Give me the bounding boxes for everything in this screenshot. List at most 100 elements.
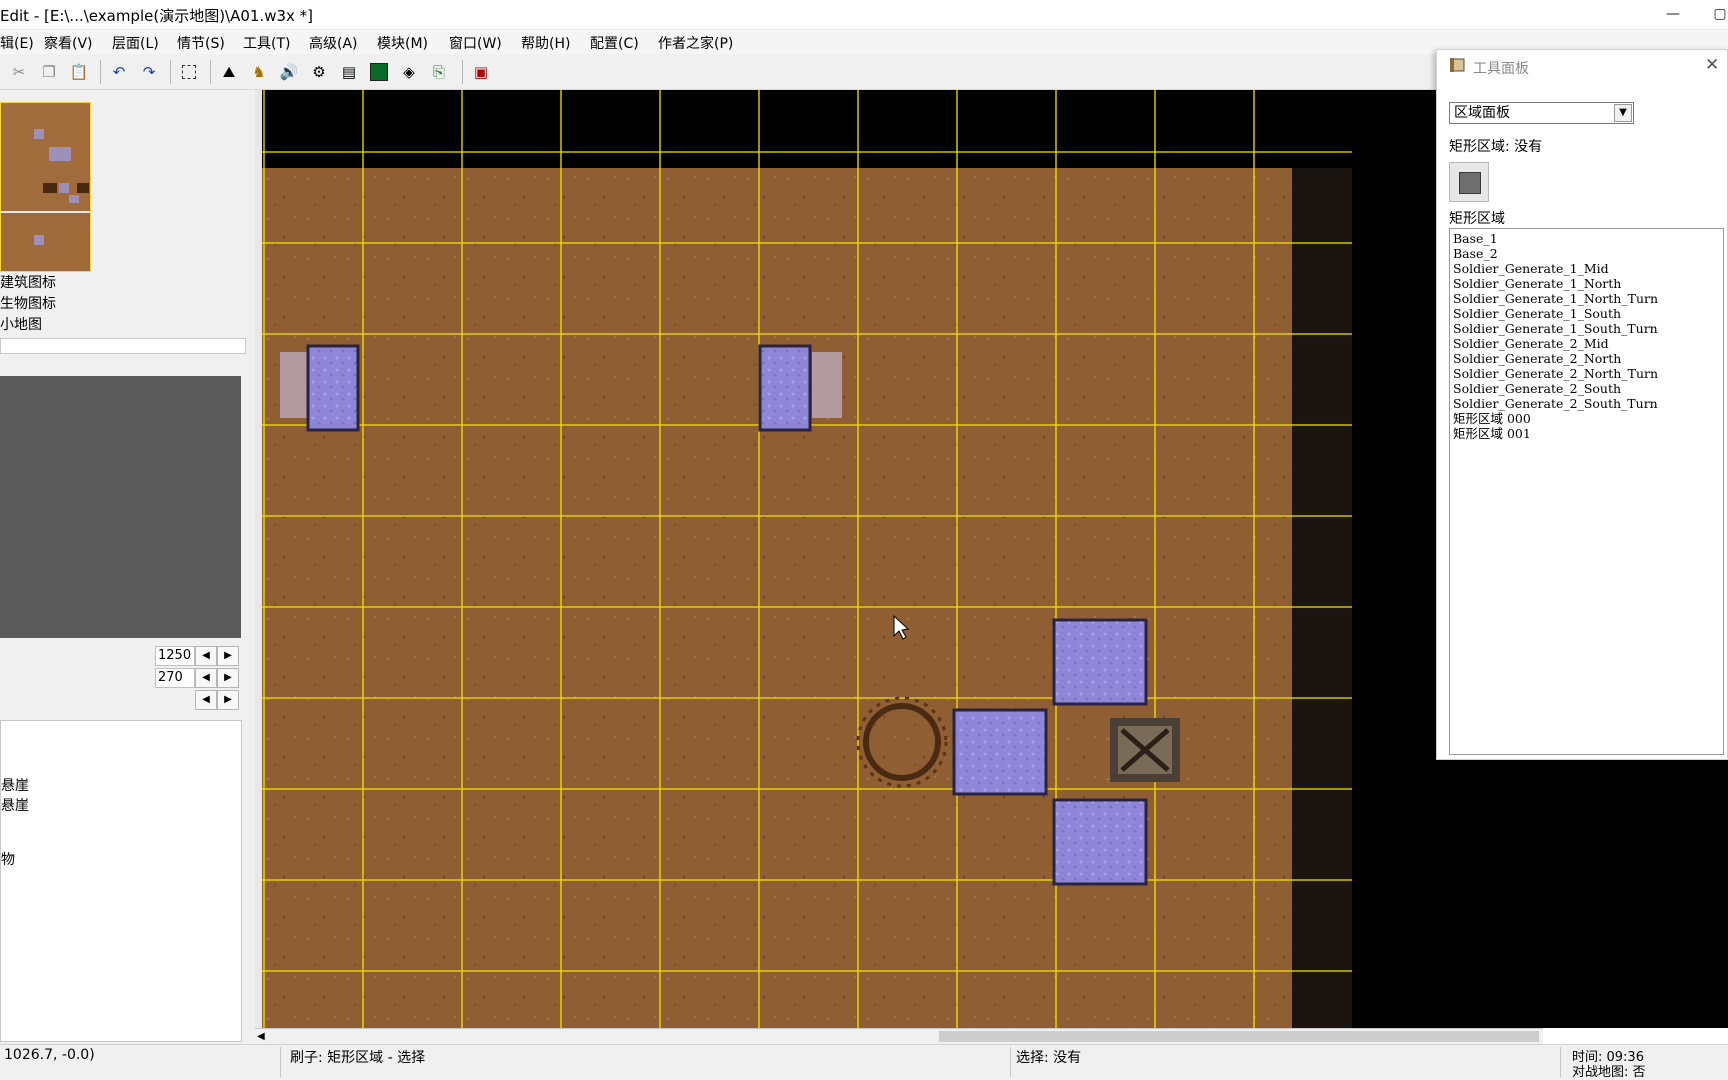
current-region-label: 矩形区域: 没有	[1449, 139, 1543, 155]
toolbar-separator	[100, 60, 101, 84]
spin-y-value[interactable]: 270	[155, 668, 195, 688]
palette-dropdown-value: 区域面板	[1454, 105, 1510, 121]
spin-left-icon[interactable]: ◀	[195, 668, 217, 688]
menu-view[interactable]: 察看(V)	[44, 33, 93, 53]
list-item[interactable]: 悬崖	[1, 795, 29, 815]
spin-left-icon[interactable]: ◀	[195, 690, 217, 710]
scroll-thumb[interactable]	[939, 1031, 1539, 1042]
map-horizontal-scrollbar[interactable]: ◀	[255, 1028, 1543, 1044]
menu-window[interactable]: 窗口(W)	[449, 33, 502, 53]
object-manager-icon[interactable]: ⎘	[426, 59, 452, 85]
selection-status: 选择: 没有	[1016, 1050, 1082, 1066]
region-base-1[interactable]	[306, 344, 360, 432]
close-icon[interactable]: ✕	[1705, 55, 1719, 75]
left-panel: 建筑图标 生物图标 小地图 1250 ◀ ▶ 270 ◀ ▶ ◀ ▶ 悬崖 悬崖…	[0, 90, 260, 1044]
show-minimap-check[interactable]: 小地图	[0, 314, 42, 334]
menu-module[interactable]: 模块(M)	[377, 33, 428, 53]
minimize-button[interactable]: —	[1658, 3, 1688, 25]
menu-config[interactable]: 配置(C)	[590, 33, 639, 53]
cliff-shadow	[1292, 168, 1352, 1028]
region-list: Base_1 Base_2 Soldier_Generate_1_Mid Soldie…	[1449, 228, 1724, 755]
region-soldier-north[interactable]	[1052, 618, 1148, 706]
chevron-down-icon[interactable]: ▼	[1614, 104, 1632, 122]
test-map-icon[interactable]: ▣	[468, 59, 494, 85]
menu-author-home[interactable]: 作者之家(P)	[658, 33, 733, 53]
terrain-dirt	[262, 168, 1292, 1028]
copy-icon[interactable]: ❐	[36, 59, 62, 85]
object-editor-icon[interactable]: ⚙	[306, 59, 332, 85]
left-panel-divider	[0, 338, 246, 354]
menu-scenario[interactable]: 情节(S)	[177, 33, 225, 53]
region-list-item[interactable]: Soldier_Generate_1_South	[1453, 306, 1621, 321]
region-list-item[interactable]: Soldier_Generate_1_Mid	[1453, 261, 1609, 276]
list-item[interactable]: 物	[1, 849, 15, 869]
status-divider	[280, 1047, 281, 1077]
spin-right-icon[interactable]: ▶	[217, 690, 239, 710]
maximize-button[interactable]: ▢	[1712, 3, 1728, 25]
region-base-2[interactable]	[758, 344, 812, 432]
show-buildings-check[interactable]: 建筑图标	[0, 272, 56, 292]
campaign-editor-icon[interactable]: ▤	[336, 59, 362, 85]
minimap[interactable]	[0, 102, 91, 272]
region-list-item[interactable]: 矩形区域 001	[1453, 426, 1531, 441]
terrain-editor-icon[interactable]: ⛰	[216, 59, 242, 85]
status-divider	[1560, 1047, 1561, 1077]
cut-icon[interactable]: ✂	[6, 59, 32, 85]
status-divider	[1010, 1047, 1011, 1077]
toolbar-separator	[462, 60, 463, 84]
cursor-coordinates: 1026.7, -0.0)	[4, 1047, 95, 1063]
region-list-item[interactable]: Soldier_Generate_2_North_Turn	[1453, 366, 1658, 381]
region-list-item[interactable]: Soldier_Generate_2_Mid	[1453, 336, 1609, 351]
region-list-label: 矩形区域	[1449, 211, 1505, 227]
tool-panel: 工具面板 ✕ 区域面板 ▼ 矩形区域: 没有 矩形区域 Base_1 Base_2…	[1436, 49, 1728, 760]
unit-editor-icon[interactable]: ♞	[246, 59, 272, 85]
scroll-left-icon[interactable]: ◀	[257, 1029, 265, 1044]
region-list-item[interactable]: Soldier_Generate_2_South	[1453, 381, 1621, 396]
region-list-item[interactable]: Soldier_Generate_2_South_Turn	[1453, 396, 1658, 411]
redo-icon[interactable]: ↷	[136, 59, 162, 85]
menu-edit[interactable]: 辑(E)	[0, 33, 34, 53]
paste-icon[interactable]: 📋	[66, 59, 92, 85]
palette-list: 悬崖 悬崖 物	[0, 720, 242, 1042]
spin-right-icon[interactable]: ▶	[217, 668, 239, 688]
menu-layer[interactable]: 层面(L)	[112, 33, 159, 53]
region-list-item[interactable]: Base_1	[1453, 231, 1498, 246]
brush-status: 刷子: 矩形区域 - 选择	[290, 1050, 426, 1066]
region-list-item[interactable]: Base_2	[1453, 246, 1498, 261]
rectangle-region-icon	[1459, 172, 1481, 194]
import-manager-icon[interactable]: ◈	[396, 59, 422, 85]
select-icon[interactable]	[176, 59, 202, 85]
show-units-check[interactable]: 生物图标	[0, 293, 56, 313]
list-item[interactable]: 悬崖	[1, 775, 29, 795]
preview-pane	[0, 376, 241, 638]
title-bar: Edit - [E:\...\example(演示地图)\A01.w3x *] …	[0, 0, 1728, 30]
tool-panel-header[interactable]: 工具面板 ✕	[1437, 50, 1727, 80]
toolbar-separator	[210, 60, 211, 84]
tool-panel-title: 工具面板	[1473, 61, 1529, 77]
spin-left-icon[interactable]: ◀	[195, 646, 217, 666]
window-title: Edit - [E:\...\example(演示地图)\A01.w3x *]	[0, 7, 314, 25]
region-soldier-mid[interactable]	[952, 708, 1048, 796]
status-bar: 1026.7, -0.0) 刷子: 矩形区域 - 选择 选择: 没有 时间: 0…	[0, 1044, 1728, 1080]
trigger-editor-icon[interactable]	[366, 59, 392, 85]
melee-map-status: 对战地图: 否	[1572, 1065, 1646, 1080]
spin-right-icon[interactable]: ▶	[217, 646, 239, 666]
region-list-item[interactable]: Soldier_Generate_2_North	[1453, 351, 1621, 366]
building-unit[interactable]	[1110, 718, 1180, 782]
toolbar-separator	[170, 60, 171, 84]
spin-x-value[interactable]: 1250	[155, 646, 195, 666]
palette-dropdown[interactable]: 区域面板 ▼	[1449, 102, 1634, 124]
menu-tools[interactable]: 工具(T)	[243, 33, 290, 53]
undo-icon[interactable]: ↶	[106, 59, 132, 85]
region-tool-button[interactable]	[1449, 162, 1489, 202]
region-soldier-south[interactable]	[1052, 798, 1148, 886]
region-list-item[interactable]: Soldier_Generate_1_South_Turn	[1453, 321, 1658, 336]
sound-editor-icon[interactable]: 🔊	[276, 59, 302, 85]
toolbar: ✂ ❐ 📋 ↶ ↷ ⛰ ♞ 🔊 ⚙ ▤ ◈ ⎘ ▣	[0, 54, 1440, 90]
scroll-icon	[1450, 58, 1465, 72]
region-list-item[interactable]: Soldier_Generate_1_North	[1453, 276, 1621, 291]
menu-advanced[interactable]: 高级(A)	[309, 33, 358, 53]
region-list-item[interactable]: 矩形区域 000	[1453, 411, 1531, 426]
region-list-item[interactable]: Soldier_Generate_1_North_Turn	[1453, 291, 1658, 306]
menu-help[interactable]: 帮助(H)	[521, 33, 570, 53]
